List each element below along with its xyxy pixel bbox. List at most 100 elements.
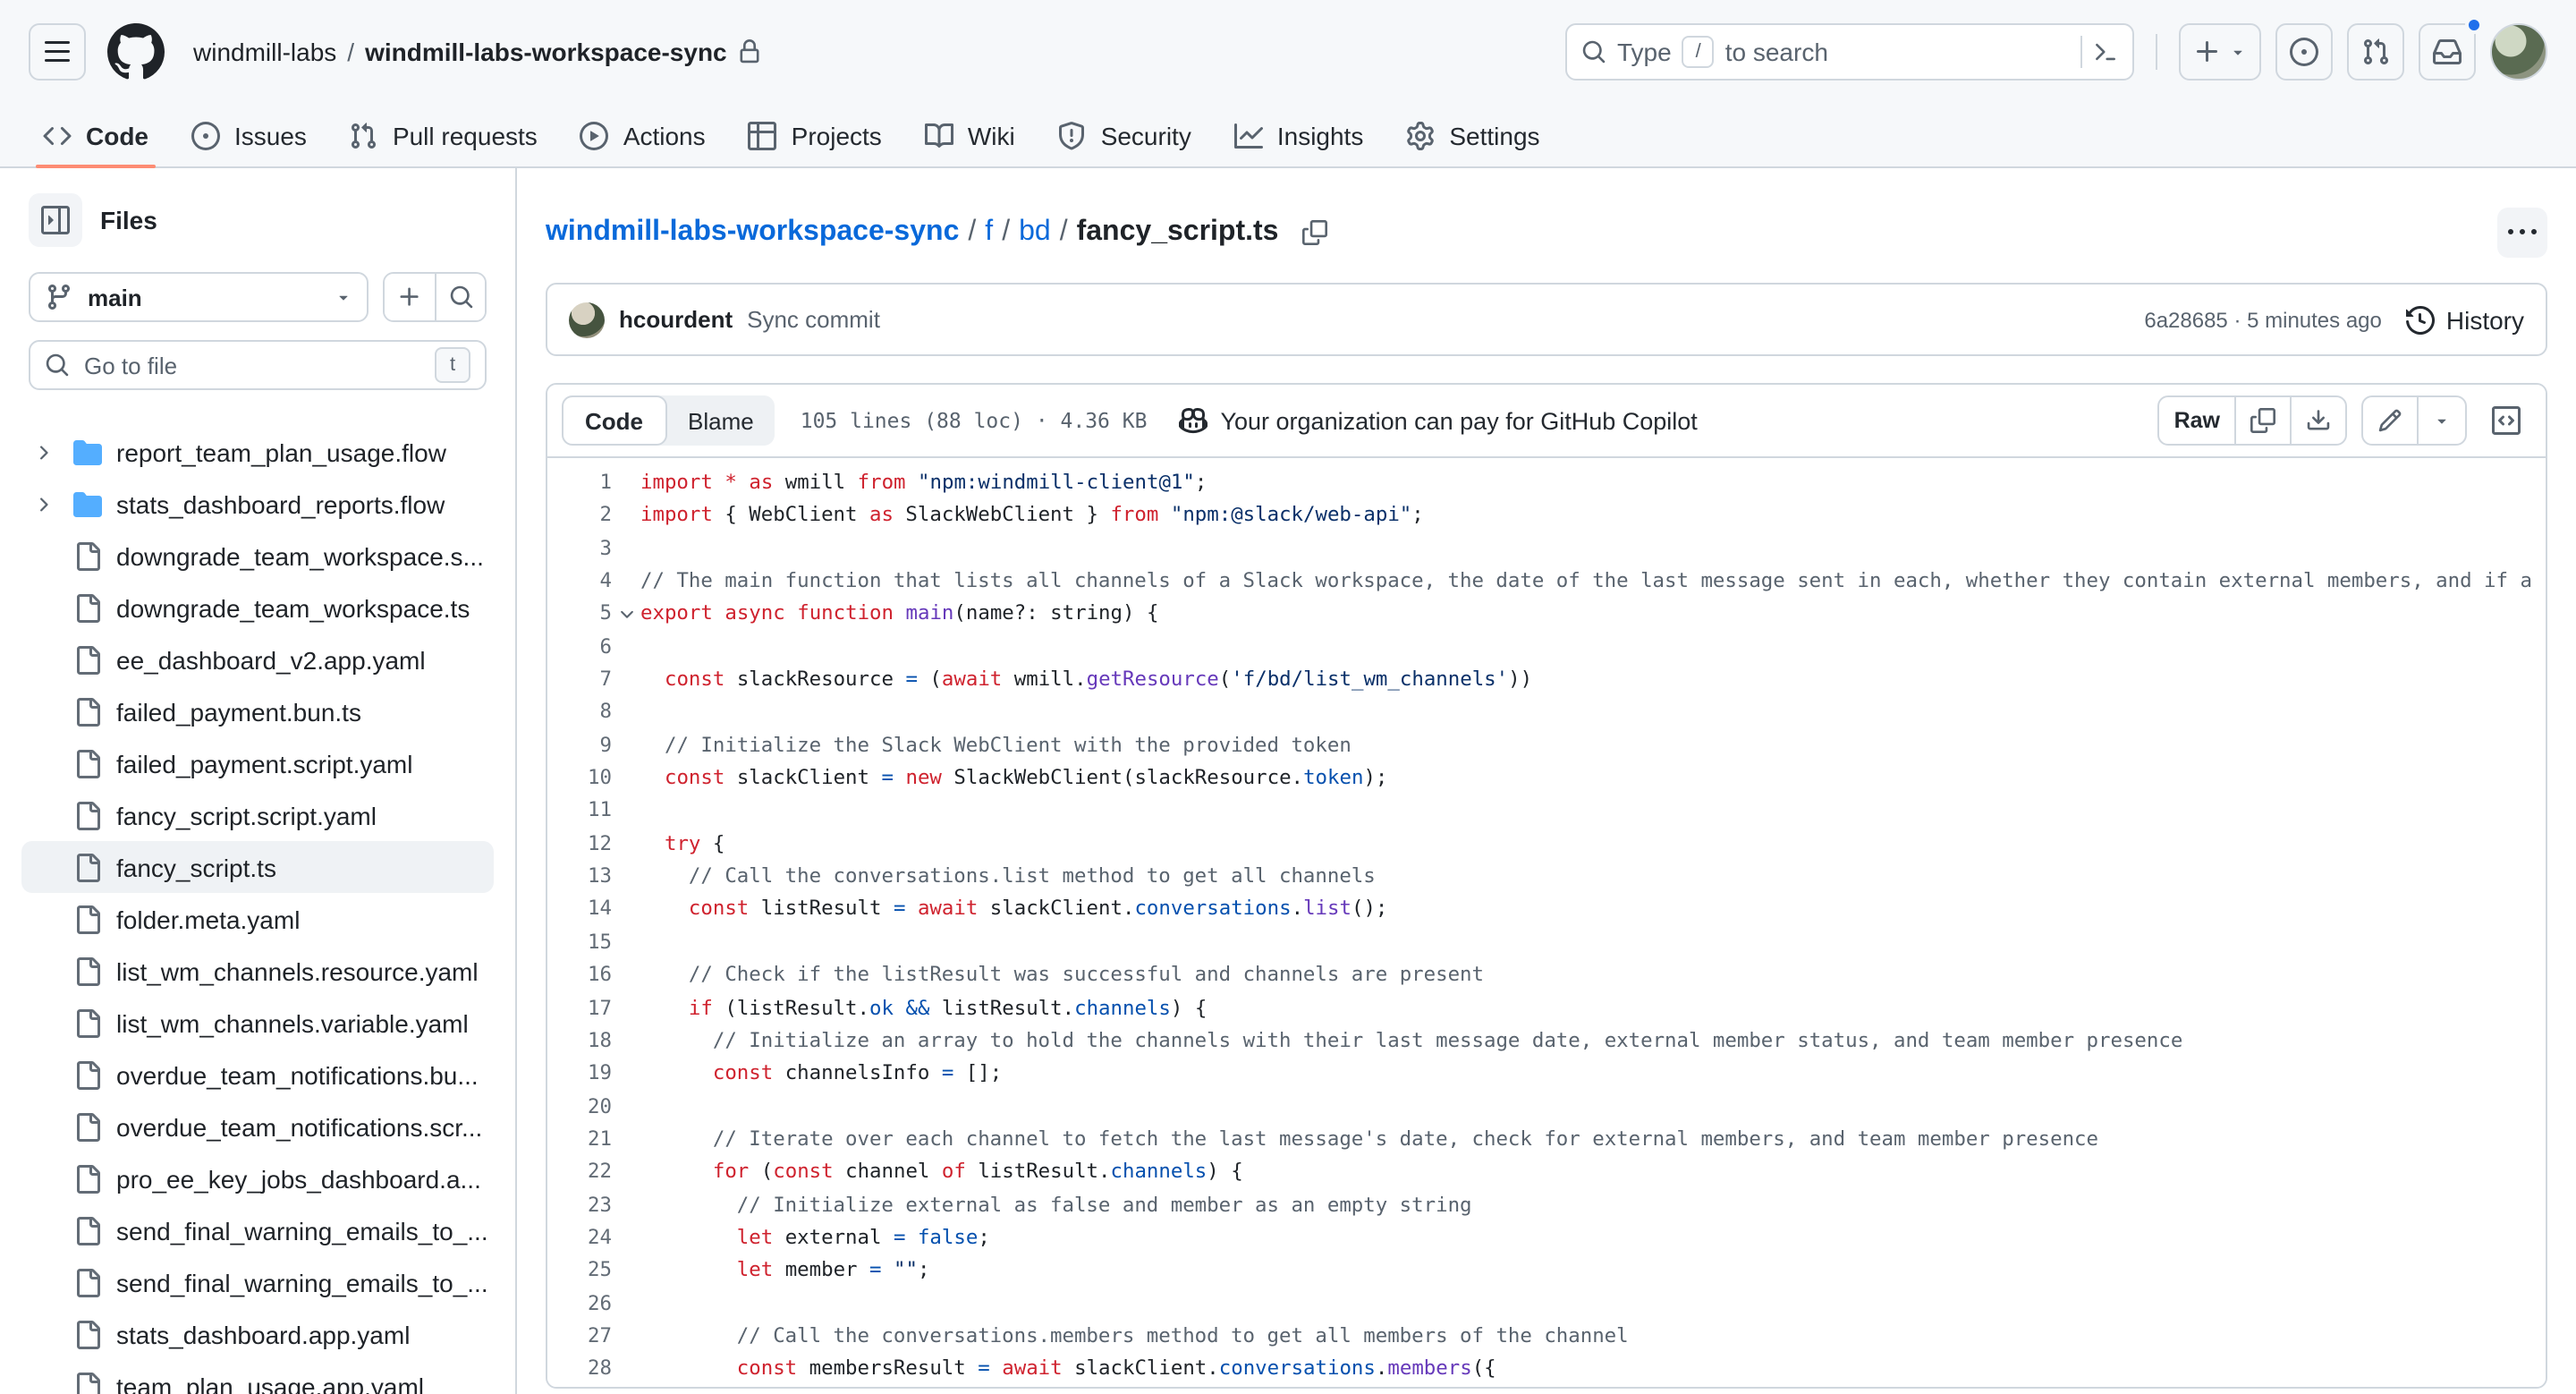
line-number[interactable]: 27 (547, 1321, 612, 1354)
line-number[interactable]: 9 (547, 730, 613, 763)
go-to-file-input[interactable]: Go to file t (29, 340, 487, 390)
commit-sha-time[interactable]: 6a28685 · 5 minutes ago (2144, 307, 2382, 332)
line-number[interactable]: 21 (547, 1124, 612, 1157)
file-actions-kebab-button[interactable] (2497, 208, 2547, 258)
commit-author[interactable]: hcourdent (619, 306, 733, 333)
tab-issues[interactable]: Issues (177, 104, 321, 166)
tree-item[interactable]: stats_dashboard_reports.flow (21, 478, 494, 530)
tree-item[interactable]: fancy_script.ts (21, 841, 494, 893)
line-number[interactable]: 3 (547, 532, 613, 565)
line-number[interactable]: 24 (547, 1222, 612, 1255)
tree-item[interactable]: fancy_script.script.yaml (21, 789, 494, 841)
search-tree-button[interactable] (435, 274, 485, 320)
copy-path-button[interactable] (1301, 220, 1327, 245)
collapse-sidebar-button[interactable] (29, 193, 82, 247)
tree-item[interactable]: pro_ee_key_jobs_dashboard.a... (21, 1152, 494, 1204)
line-number[interactable]: 26 (547, 1288, 612, 1321)
tree-item[interactable]: ee_dashboard_v2.app.yaml (21, 633, 494, 685)
code-line: 9 // Initialize the Slack WebClient with… (547, 730, 2546, 763)
line-number[interactable]: 28 (547, 1354, 612, 1387)
code-line: 28 const membersResult = await slackClie… (547, 1354, 2546, 1387)
file-icon (77, 541, 100, 570)
edit-dropdown-button[interactable] (2417, 397, 2465, 444)
history-button[interactable]: History (2406, 305, 2524, 334)
tree-item[interactable]: downgrade_team_workspace.s... (21, 530, 494, 582)
line-number[interactable]: 8 (547, 697, 613, 730)
tree-item[interactable]: list_wm_channels.variable.yaml (21, 997, 494, 1049)
user-avatar[interactable] (2490, 23, 2547, 81)
command-palette-icon[interactable] (2093, 39, 2118, 64)
expand-chevron[interactable] (27, 493, 59, 514)
commit-author-avatar[interactable] (569, 302, 605, 337)
tree-item[interactable]: stats_dashboard.app.yaml (21, 1308, 494, 1360)
new-file-button[interactable] (385, 274, 435, 320)
breadcrumb-repo-link[interactable]: windmill-labs-workspace-sync (546, 217, 959, 249)
tree-item[interactable]: overdue_team_notifications.bu... (21, 1049, 494, 1101)
tab-projects[interactable]: Projects (734, 104, 896, 166)
symbols-panel-button[interactable] (2481, 395, 2531, 446)
tree-item[interactable]: report_team_plan_usage.flow (21, 426, 494, 478)
line-number[interactable]: 13 (547, 861, 612, 894)
tab-wiki[interactable]: Wiki (911, 104, 1030, 166)
line-number[interactable]: 1 (547, 467, 613, 500)
inbox-button[interactable] (2419, 23, 2476, 81)
github-logo[interactable] (107, 23, 165, 81)
code-view-tab[interactable]: Code (562, 395, 666, 446)
line-number[interactable]: 23 (547, 1189, 612, 1222)
repo-link[interactable]: windmill-labs-workspace-sync (365, 38, 727, 66)
tree-item[interactable]: team_plan_usage.app.yaml (21, 1360, 494, 1394)
tab-code[interactable]: Code (29, 104, 163, 168)
copy-file-button[interactable] (2234, 397, 2290, 444)
line-number[interactable]: 7 (547, 664, 613, 697)
hamburger-menu-button[interactable] (29, 23, 86, 81)
blame-view-tab[interactable]: Blame (666, 395, 775, 446)
line-number[interactable]: 18 (547, 1025, 612, 1058)
download-button[interactable] (2290, 397, 2345, 444)
tree-item[interactable]: folder.meta.yaml (21, 893, 494, 945)
line-number[interactable]: 15 (547, 927, 612, 960)
tree-item[interactable]: send_final_warning_emails_to_... (21, 1256, 494, 1308)
pull-requests-button[interactable] (2347, 23, 2404, 81)
line-number[interactable]: 4 (547, 565, 613, 599)
line-number[interactable]: 20 (547, 1091, 612, 1124)
tree-item[interactable]: send_final_warning_emails_to_... (21, 1204, 494, 1256)
edit-file-button[interactable] (2363, 397, 2417, 444)
line-number[interactable]: 19 (547, 1058, 612, 1091)
line-number[interactable]: 25 (547, 1255, 612, 1288)
line-gutter (612, 762, 640, 795)
tab-insights[interactable]: Insights (1220, 104, 1378, 166)
line-number[interactable]: 16 (547, 959, 612, 992)
line-number[interactable]: 29 (547, 1386, 612, 1387)
tab-actions[interactable]: Actions (566, 104, 720, 166)
breadcrumb-folder-link[interactable]: bd (1019, 217, 1051, 249)
commit-message[interactable]: Sync commit (747, 306, 880, 333)
line-number[interactable]: 11 (547, 795, 612, 829)
tab-pull-requests[interactable]: Pull requests (335, 104, 552, 166)
line-number[interactable]: 17 (547, 992, 612, 1025)
breadcrumb-folder-link[interactable]: f (985, 217, 993, 249)
line-number[interactable]: 5 (547, 599, 613, 632)
line-number[interactable]: 12 (547, 829, 612, 862)
branch-selector[interactable]: main (29, 272, 369, 322)
line-number[interactable]: 22 (547, 1156, 612, 1189)
expand-chevron[interactable] (27, 441, 59, 463)
raw-button[interactable]: Raw (2160, 397, 2234, 444)
issues-button[interactable] (2275, 23, 2333, 81)
tree-item[interactable]: downgrade_team_workspace.ts (21, 582, 494, 633)
line-number[interactable]: 2 (547, 500, 613, 533)
line-number[interactable]: 14 (547, 894, 612, 927)
tree-item[interactable]: overdue_team_notifications.scr... (21, 1101, 494, 1152)
line-number[interactable]: 10 (547, 762, 612, 795)
fold-chevron-icon[interactable] (616, 605, 636, 625)
line-number[interactable]: 6 (547, 631, 613, 664)
org-link[interactable]: windmill-labs (193, 38, 336, 66)
tab-settings[interactable]: Settings (1392, 104, 1554, 166)
tree-item[interactable]: failed_payment.bun.ts (21, 685, 494, 737)
tree-item[interactable]: list_wm_channels.resource.yaml (21, 945, 494, 997)
global-search-input[interactable]: Type / to search (1565, 23, 2134, 81)
create-new-button[interactable] (2179, 23, 2261, 81)
tree-item[interactable]: failed_payment.script.yaml (21, 737, 494, 789)
copilot-banner[interactable]: Your organization can pay for GitHub Cop… (1179, 406, 1698, 435)
code-blame-switch: Code Blame (562, 395, 775, 446)
tab-security[interactable]: Security (1044, 104, 1206, 166)
